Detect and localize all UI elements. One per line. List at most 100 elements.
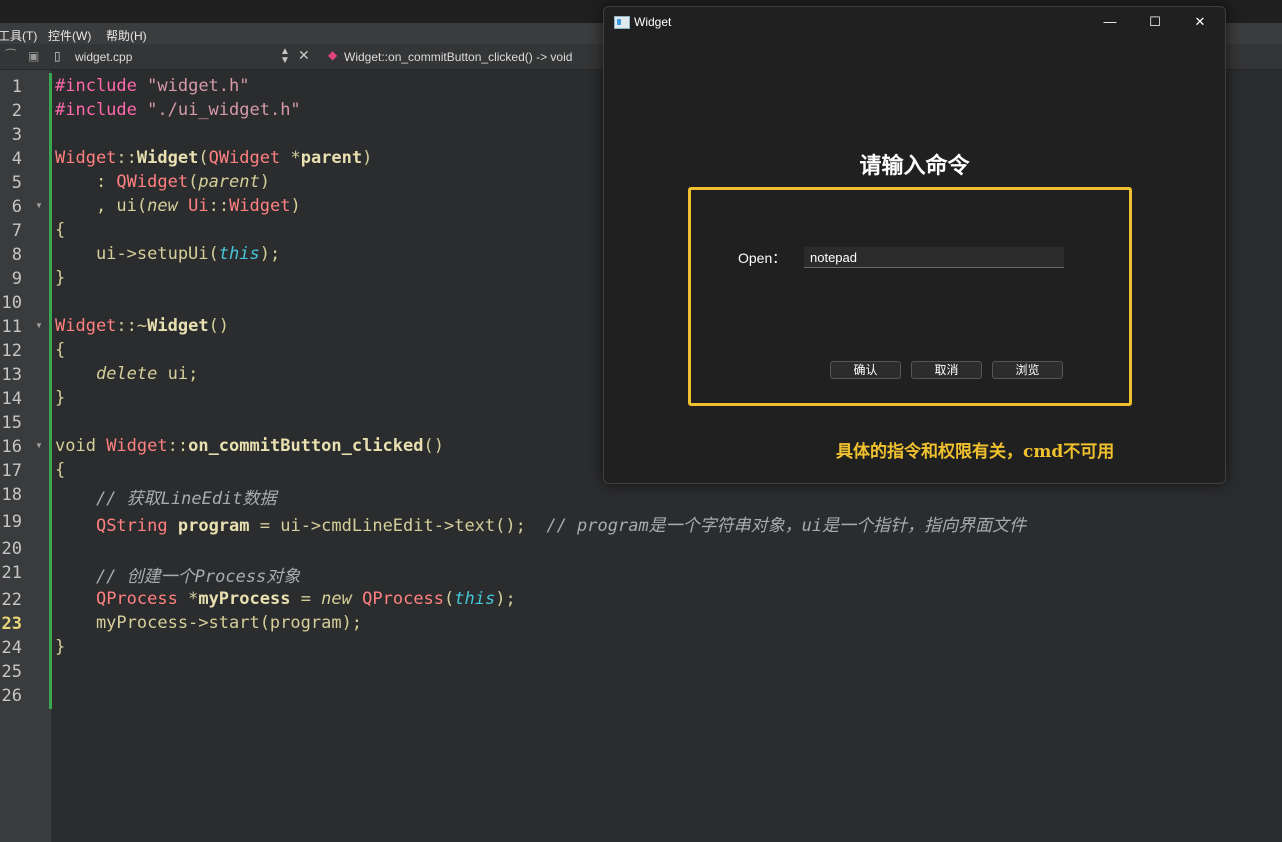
line-number: 12 — [1, 341, 22, 361]
code-line: , ui(new Ui::Widget) — [55, 196, 301, 216]
code-token: = — [290, 589, 322, 609]
code-line: ui->setupUi(this); — [55, 244, 280, 264]
code-token: on_commitButton_clicked — [188, 436, 424, 456]
split-icon[interactable]: ⁀ — [6, 49, 16, 63]
menu-tools[interactable]: 工具(T) — [0, 27, 37, 44]
code-line: #include "widget.h" — [55, 76, 250, 96]
close-button[interactable]: ✕ — [1178, 11, 1222, 33]
cancel-button[interactable]: 取消 — [911, 361, 982, 379]
open-label: Open： — [738, 250, 787, 266]
line-number: 22 — [1, 590, 22, 610]
code-token: this — [454, 589, 496, 609]
code-token: Widget — [55, 148, 117, 168]
line-number: 9 — [11, 269, 22, 289]
code-line: } — [55, 388, 66, 408]
command-input[interactable] — [804, 247, 1064, 268]
code-token: delete — [95, 364, 158, 384]
line-number: 21 — [1, 563, 22, 583]
fold-arrow-icon[interactable]: ▼ — [35, 201, 43, 210]
line-number: 25 — [1, 662, 22, 682]
code-token: void — [55, 436, 107, 456]
close-file-icon[interactable]: ✕ — [298, 47, 310, 64]
code-token: :: — [208, 196, 230, 216]
code-line: delete ui; — [55, 364, 198, 384]
code-token: parent — [198, 172, 260, 192]
code-token: :: — [167, 436, 189, 456]
code-token: : — [55, 172, 117, 192]
confirm-button[interactable]: 确认 — [830, 361, 901, 379]
code-comment: // program是一个字符串对象，ui是一个指针，指向界面文件 — [546, 516, 1027, 536]
function-icon: ◆ — [328, 48, 338, 62]
code-line: #include "./ui_widget.h" — [55, 100, 301, 120]
maximize-button[interactable]: ☐ — [1133, 11, 1177, 33]
line-number: 18 — [1, 485, 22, 505]
fold-arrow-icon[interactable]: ▼ — [35, 441, 43, 450]
code-line: myProcess->start(program); — [55, 613, 363, 633]
command-group-frame — [688, 187, 1132, 406]
code-token: Widget — [55, 316, 117, 336]
line-number: 14 — [1, 389, 22, 409]
app-window-icon — [614, 16, 630, 29]
line-number: 1 — [11, 77, 22, 97]
line-number: 10 — [1, 293, 22, 313]
line-number: 19 — [1, 512, 22, 532]
code-token: () — [208, 316, 230, 336]
lock-icon[interactable]: ▣ — [28, 49, 39, 63]
code-token: ); — [259, 244, 281, 264]
code-token: = ui->cmdLineEdit->text(); — [249, 516, 547, 536]
code-line: : QWidget(parent) — [55, 172, 270, 192]
file-switch-arrows-icon[interactable]: ▲ ▼ — [280, 47, 290, 66]
code-token: parent — [300, 148, 363, 168]
code-line: { — [55, 460, 66, 480]
code-token: , ui( — [55, 196, 148, 216]
line-number: 13 — [1, 365, 22, 385]
code-token: #include — [55, 100, 137, 120]
code-token: QProcess — [95, 589, 178, 609]
browse-button[interactable]: 浏览 — [992, 361, 1063, 379]
line-number-gutter: 1 2 3 4 5 6 7 8 9 10 11 12 13 14 15 16 1… — [0, 70, 51, 842]
code-token: myProcess — [198, 589, 291, 609]
code-line: } — [55, 268, 66, 288]
code-token: QWidget — [208, 148, 281, 168]
line-number: 6 — [11, 197, 22, 217]
code-token: #include — [55, 76, 137, 96]
code-token: ) — [362, 148, 373, 168]
line-number: 3 — [11, 125, 22, 145]
line-number: 4 — [11, 149, 22, 169]
code-token: QString — [95, 516, 168, 536]
code-token: ( — [444, 589, 455, 609]
function-selector[interactable]: Widget::on_commitButton_clicked() -> voi… — [344, 50, 572, 64]
menu-help[interactable]: 帮助(H) — [106, 27, 147, 44]
code-token: ui; — [157, 364, 199, 384]
code-comment: // 创建一个Process对象 — [55, 567, 301, 587]
code-token: ( — [198, 148, 209, 168]
code-token: Ui — [188, 196, 209, 216]
line-number: 16 — [1, 437, 22, 457]
code-token: Widget — [229, 196, 291, 216]
dialog-title-bar[interactable]: Widget — ☐ ✕ — [604, 7, 1225, 37]
code-token: Widget — [136, 148, 199, 168]
menu-controls[interactable]: 控件(W) — [48, 27, 91, 44]
code-token: "./ui_widget.h" — [147, 100, 301, 120]
dialog-heading: 请输入命令 — [859, 153, 970, 178]
line-number: 20 — [1, 539, 22, 559]
code-line: { — [55, 340, 66, 360]
code-line: { — [55, 220, 66, 240]
fold-arrow-icon[interactable]: ▼ — [35, 321, 43, 330]
code-line: Widget::Widget(QWidget *parent) — [55, 148, 372, 168]
code-token: program — [177, 516, 250, 536]
code-token: Widget — [106, 436, 168, 456]
minimize-button[interactable]: — — [1088, 11, 1132, 33]
code-token: * — [280, 148, 301, 168]
file-tab-name[interactable]: widget.cpp — [75, 50, 132, 64]
code-line: void Widget::on_commitButton_clicked() — [55, 436, 444, 456]
file-icon: ▯ — [54, 49, 61, 63]
line-number: 2 — [11, 101, 22, 121]
code-token: ( — [188, 172, 199, 192]
code-line: } — [55, 637, 66, 657]
code-token: QWidget — [116, 172, 189, 192]
